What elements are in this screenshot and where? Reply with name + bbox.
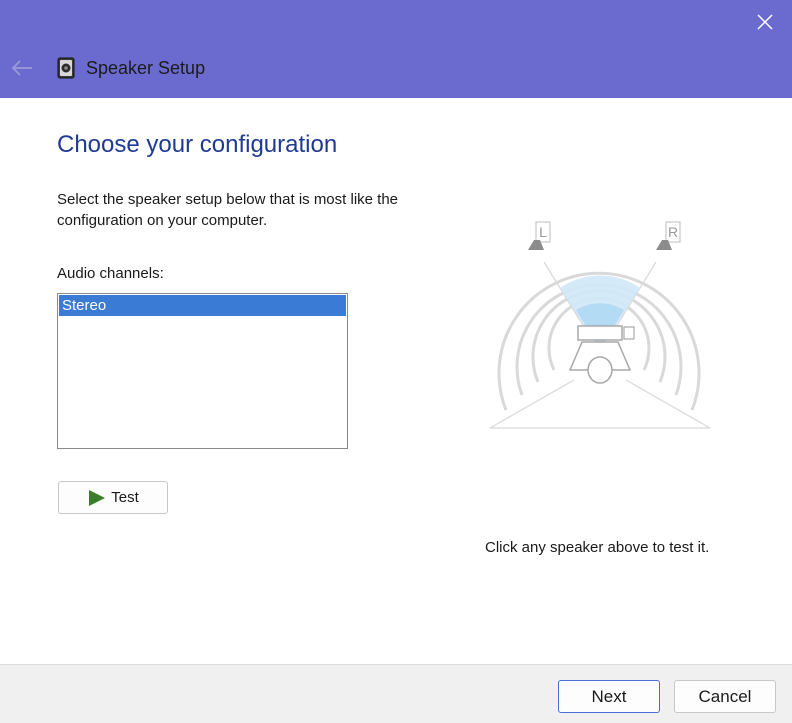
audio-channels-listbox[interactable]: Stereo bbox=[57, 293, 348, 449]
right-speaker-label: R bbox=[668, 224, 678, 240]
close-button[interactable] bbox=[748, 6, 782, 38]
back-arrow-icon bbox=[11, 60, 32, 76]
list-item-stereo[interactable]: Stereo bbox=[59, 295, 346, 316]
test-button-label: Test bbox=[111, 489, 139, 506]
cancel-button[interactable]: Cancel bbox=[674, 680, 776, 713]
play-icon bbox=[89, 489, 106, 506]
description-text: Select the speaker setup below that is m… bbox=[57, 191, 399, 229]
right-speaker[interactable]: R bbox=[656, 221, 681, 250]
speaker-diagram: L R bbox=[489, 221, 711, 429]
page-heading: Choose your configuration bbox=[57, 131, 338, 158]
next-button[interactable]: Next bbox=[558, 680, 660, 713]
footer-bar: Next Cancel bbox=[0, 664, 792, 723]
speaker-icon bbox=[57, 57, 75, 79]
test-button[interactable]: Test bbox=[58, 481, 168, 514]
audio-channels-label: Audio channels: bbox=[57, 265, 164, 282]
window-title: Speaker Setup bbox=[86, 58, 206, 78]
title-bar: Speaker Setup bbox=[0, 0, 792, 98]
left-speaker-label: L bbox=[539, 224, 547, 240]
left-speaker[interactable]: L bbox=[528, 221, 551, 250]
close-icon bbox=[757, 14, 773, 30]
back-button[interactable] bbox=[8, 54, 36, 82]
listener-figure bbox=[568, 325, 635, 384]
test-hint-text: Click any speaker above to test it. bbox=[485, 539, 710, 556]
